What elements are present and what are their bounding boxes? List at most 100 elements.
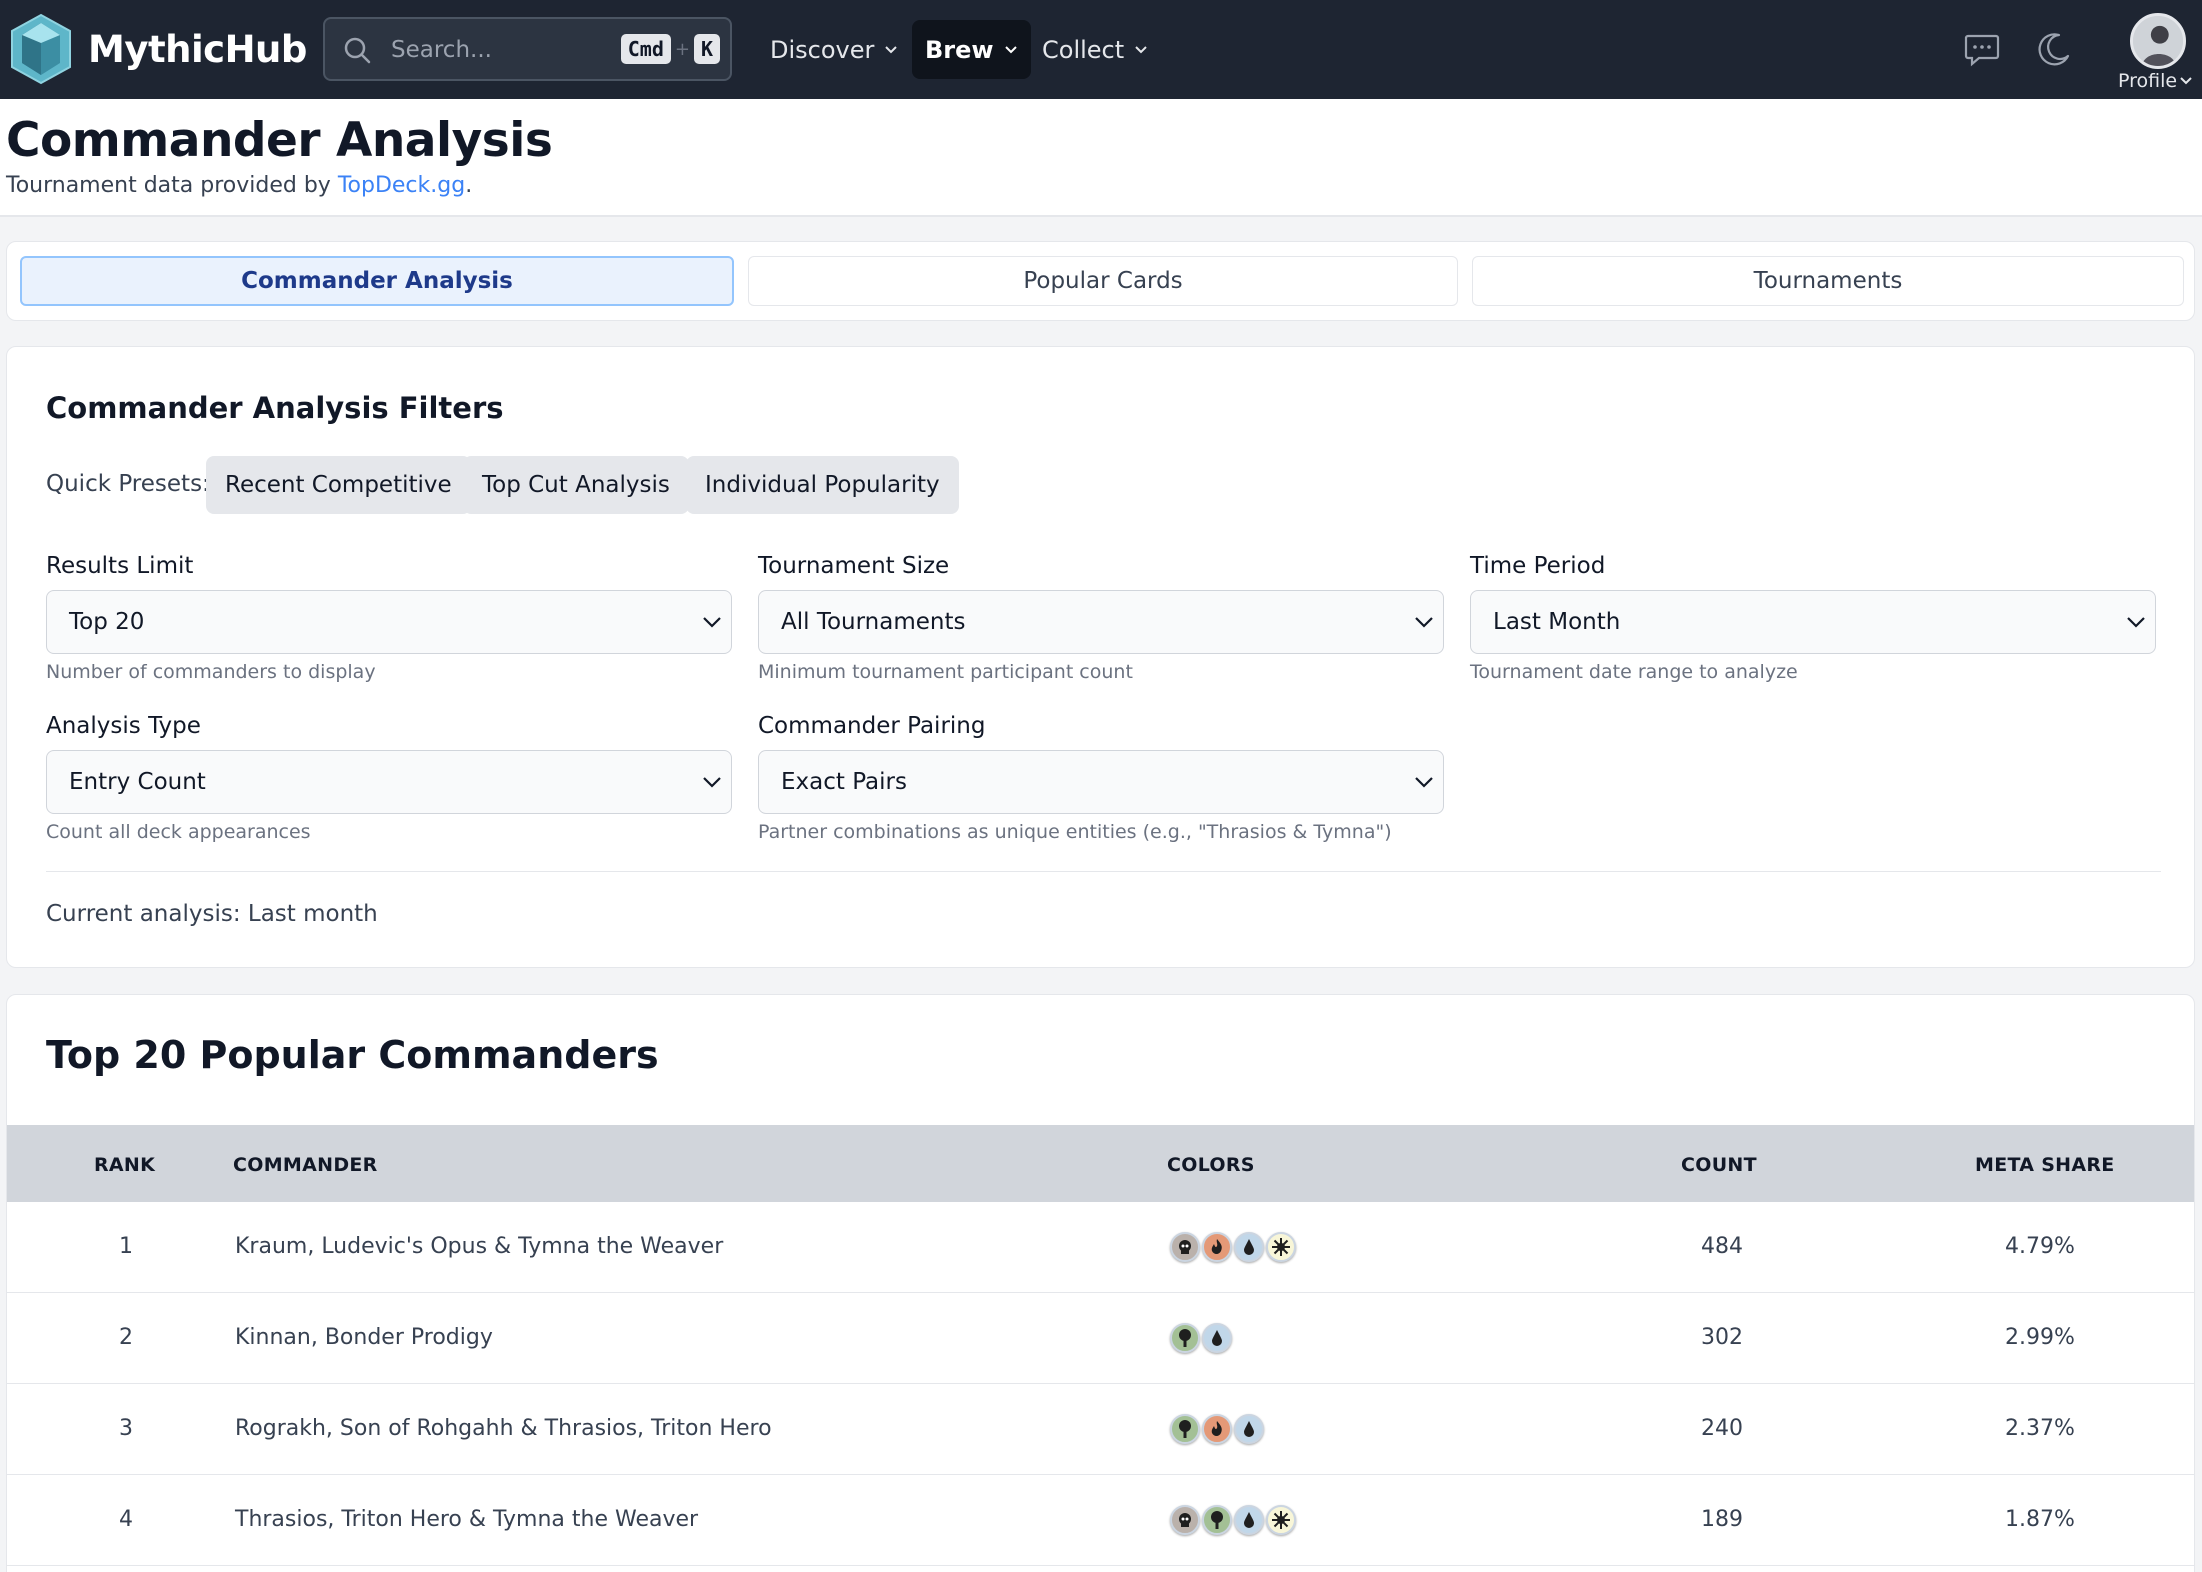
chevron-down-icon: [1415, 777, 1433, 788]
mana-black-icon: [1170, 1232, 1200, 1262]
row-color-identity: [1170, 1323, 1234, 1353]
table-row[interactable]: 4 Thrasios, Triton Hero & Tymna the Weave…: [7, 1475, 2194, 1566]
preset-individual-popularity[interactable]: Individual Popularity: [686, 456, 959, 514]
row-count: 484: [1701, 1234, 1743, 1259]
filters-title: Commander Analysis Filters: [46, 391, 504, 425]
table-row[interactable]: 1 Kraum, Ludevic's Opus & Tymna the Weave…: [7, 1202, 2194, 1293]
analysis-type-label: Analysis Type: [46, 713, 201, 739]
mana-green-icon: [1170, 1414, 1200, 1444]
commander-pairing-helper: Partner combinations as unique entities …: [758, 821, 1392, 843]
results-title: Top 20 Popular Commanders: [46, 1033, 659, 1077]
nav-collect[interactable]: Collect: [1029, 20, 1161, 79]
tabs-bar: Commander Analysis Popular Cards Tournam…: [6, 241, 2195, 321]
mana-white-icon: [1266, 1232, 1296, 1262]
row-meta-share: 4.79%: [2005, 1234, 2075, 1259]
row-meta-share: 1.87%: [2005, 1507, 2075, 1532]
mana-green-icon: [1202, 1505, 1232, 1535]
row-rank: 3: [119, 1416, 133, 1441]
analysis-type-select[interactable]: Entry Count: [46, 750, 732, 814]
row-count: 240: [1701, 1416, 1743, 1441]
row-commander-name[interactable]: Kinnan, Bonder Prodigy: [235, 1325, 493, 1350]
filters-divider: [46, 871, 2161, 872]
time-period-label: Time Period: [1470, 553, 1606, 579]
row-color-identity: [1170, 1505, 1298, 1535]
row-rank: 4: [119, 1507, 133, 1532]
col-commander[interactable]: COMMANDER: [233, 1154, 378, 1176]
row-count: 302: [1701, 1325, 1743, 1350]
tab-popular-cards[interactable]: Popular Cards: [748, 256, 1458, 306]
chevron-down-icon: [703, 617, 721, 628]
page-header: Commander Analysis Tournament data provi…: [0, 99, 2202, 217]
tournament-size-value: All Tournaments: [781, 609, 966, 635]
preset-top-cut-analysis[interactable]: Top Cut Analysis: [463, 456, 689, 514]
top-navbar: MythicHub Search... Cmd + K Discover Bre…: [0, 0, 2202, 99]
topdeck-link[interactable]: TopDeck.gg: [338, 173, 465, 198]
mana-blue-icon: [1234, 1505, 1264, 1535]
time-period-helper: Tournament date range to analyze: [1470, 661, 1798, 683]
search-shortcut: Cmd + K: [620, 34, 720, 64]
search-placeholder: Search...: [391, 37, 492, 63]
nav-discover-label: Discover: [770, 35, 875, 64]
col-meta-share[interactable]: META SHARE: [1975, 1154, 2115, 1176]
table-header: RANK COMMANDER COLORS COUNT META SHARE: [7, 1125, 2194, 1202]
chevron-down-icon: [1004, 45, 1017, 53]
table-row[interactable]: 2 Kinnan, Bonder Prodigy 302 2.99%: [7, 1293, 2194, 1384]
commander-pairing-value: Exact Pairs: [781, 769, 907, 795]
mana-black-icon: [1170, 1505, 1200, 1535]
row-rank: 1: [119, 1234, 133, 1259]
page-title: Commander Analysis: [6, 113, 553, 168]
profile-label-wrap: Profile: [2118, 70, 2193, 92]
crystal-logo-icon: [11, 13, 71, 85]
tab-commander-analysis[interactable]: Commander Analysis: [20, 256, 734, 306]
nav-discover[interactable]: Discover: [757, 20, 911, 79]
mana-blue-icon: [1202, 1323, 1232, 1353]
moon-icon[interactable]: [2035, 30, 2073, 68]
time-period-select[interactable]: Last Month: [1470, 590, 2156, 654]
presets-label: Quick Presets:: [46, 471, 210, 497]
kbd-cmd: Cmd: [620, 34, 671, 64]
mana-red-icon: [1202, 1232, 1232, 1262]
profile-menu[interactable]: Profile: [2118, 10, 2202, 96]
tournament-size-select[interactable]: All Tournaments: [758, 590, 1444, 654]
results-limit-label: Results Limit: [46, 553, 194, 579]
table-row[interactable]: 3 Rograkh, Son of Rohgahh & Thrasios, Tri…: [7, 1384, 2194, 1475]
row-commander-name[interactable]: Thrasios, Triton Hero & Tymna the Weaver: [235, 1507, 698, 1532]
subtitle-prefix: Tournament data provided by: [6, 173, 338, 198]
results-panel: Top 20 Popular Commanders RANK COMMANDER…: [6, 994, 2195, 1572]
commander-pairing-select[interactable]: Exact Pairs: [758, 750, 1444, 814]
profile-label: Profile: [2118, 70, 2178, 92]
nav-brew[interactable]: Brew: [912, 20, 1031, 79]
current-analysis-text: Current analysis: Last month: [46, 901, 378, 927]
tab-tournaments[interactable]: Tournaments: [1472, 256, 2184, 306]
search-icon: [344, 37, 371, 64]
kbd-plus: +: [674, 38, 690, 60]
results-limit-select[interactable]: Top 20: [46, 590, 732, 654]
col-rank[interactable]: RANK: [94, 1154, 155, 1176]
page-subtitle: Tournament data provided by TopDeck.gg.: [6, 173, 472, 198]
mana-blue-icon: [1234, 1414, 1264, 1444]
tournament-size-helper: Minimum tournament participant count: [758, 661, 1133, 683]
subtitle-suffix: .: [465, 173, 473, 198]
chevron-down-icon: [2180, 77, 2192, 85]
tournament-size-label: Tournament Size: [758, 553, 950, 579]
preset-recent-competitive[interactable]: Recent Competitive: [206, 456, 471, 514]
col-count[interactable]: COUNT: [1681, 1154, 1757, 1176]
analysis-type-helper: Count all deck appearances: [46, 821, 311, 843]
row-commander-name[interactable]: Kraum, Ludevic's Opus & Tymna the Weaver: [235, 1234, 723, 1259]
chat-icon[interactable]: [1963, 30, 2001, 68]
search-input[interactable]: Search... Cmd + K: [323, 17, 732, 81]
mana-blue-icon: [1234, 1232, 1264, 1262]
chevron-down-icon: [1415, 617, 1433, 628]
chevron-down-icon: [1135, 45, 1147, 53]
analysis-type-value: Entry Count: [69, 769, 206, 795]
mana-red-icon: [1202, 1414, 1232, 1444]
row-rank: 2: [119, 1325, 133, 1350]
row-commander-name[interactable]: Rograkh, Son of Rohgahh & Thrasios, Trit…: [235, 1416, 772, 1441]
brand-name: MythicHub: [88, 27, 307, 71]
results-limit-value: Top 20: [69, 609, 145, 635]
chevron-down-icon: [885, 45, 898, 53]
brand-link[interactable]: MythicHub: [8, 13, 307, 85]
nav-brew-label: Brew: [925, 35, 994, 64]
time-period-value: Last Month: [1493, 609, 1621, 635]
col-colors[interactable]: COLORS: [1167, 1154, 1255, 1176]
